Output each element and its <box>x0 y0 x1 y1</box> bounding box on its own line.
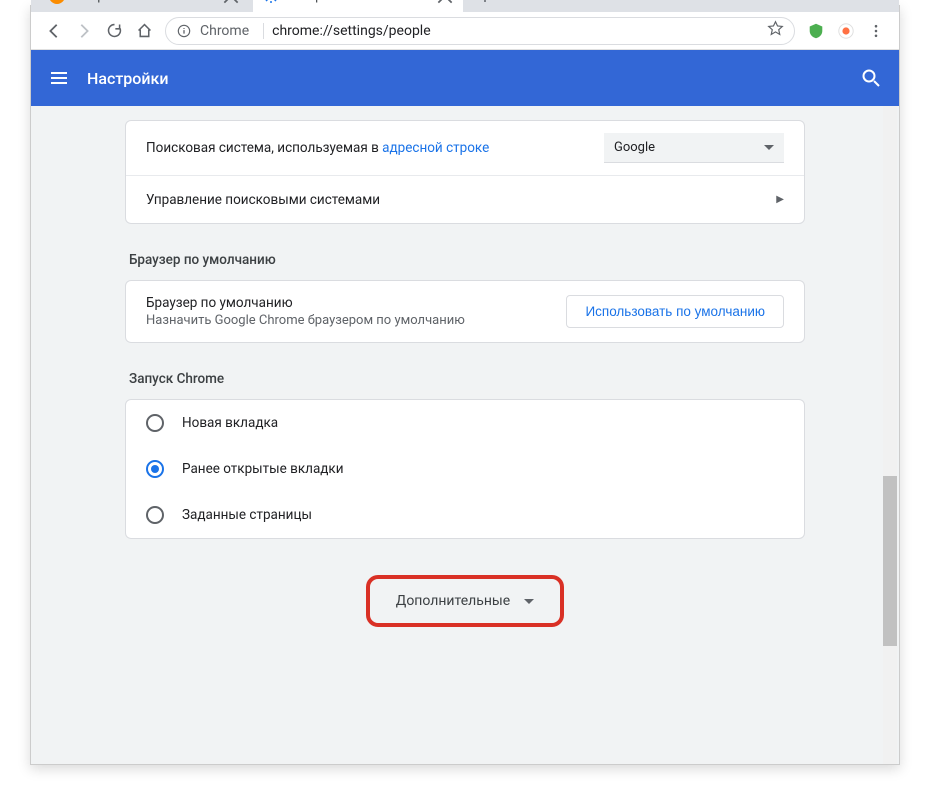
maximize-button[interactable] <box>815 0 855 2</box>
overflow-menu-button[interactable] <box>861 16 891 46</box>
startup-option-new-tab[interactable]: Новая вкладка <box>126 400 804 446</box>
scrollbar-track[interactable] <box>883 106 897 764</box>
address-bar[interactable]: Chrome chrome://settings/people <box>165 17 795 45</box>
chevron-down-icon <box>764 145 774 150</box>
radio-label: Новая вкладка <box>182 415 278 431</box>
favicon-lumpics <box>49 0 65 4</box>
select-value: Google <box>614 140 655 155</box>
advanced-label: Дополнительные <box>396 593 510 609</box>
star-icon[interactable] <box>767 20 784 41</box>
highlight-annotation: Дополнительные <box>366 575 564 627</box>
separator <box>263 23 264 39</box>
section-default-browser: Браузер по умолчанию <box>129 252 801 268</box>
manage-search-label: Управление поисковыми системами <box>146 192 380 208</box>
default-browser-primary: Браузер по умолчанию <box>146 295 465 311</box>
advanced-button[interactable]: Дополнительные <box>374 583 556 619</box>
close-icon[interactable] <box>437 0 453 4</box>
tab-title: Настройки <box>287 0 431 4</box>
search-engine-row[interactable]: Поисковая система, используемая в адресн… <box>126 121 804 175</box>
chevron-right-icon: ▶ <box>776 194 784 205</box>
content-area: Поисковая система, используемая в адресн… <box>31 106 899 764</box>
default-browser-secondary: Назначить Google Chrome браузером по умо… <box>146 313 465 328</box>
gear-icon <box>263 0 279 4</box>
minimize-button[interactable] <box>775 0 815 2</box>
radio-icon <box>146 460 164 478</box>
startup-option-continue[interactable]: Ранее открытые вкладки <box>126 446 804 492</box>
tab-title: Lumpics.ru <box>73 0 217 4</box>
forward-button[interactable] <box>69 16 99 46</box>
home-button[interactable] <box>129 16 159 46</box>
close-icon[interactable] <box>223 0 239 4</box>
startup-option-specific-pages[interactable]: Заданные страницы <box>126 492 804 538</box>
menu-icon[interactable] <box>47 66 71 90</box>
scrollbar-thumb[interactable] <box>883 476 897 646</box>
tab-settings[interactable]: Настройки <box>253 0 463 12</box>
search-engine-label-prefix: Поисковая система, используемая в <box>146 140 382 156</box>
url-scheme-label: Chrome <box>200 23 249 39</box>
section-startup: Запуск Chrome <box>129 371 801 387</box>
radio-label: Заданные страницы <box>182 507 312 523</box>
close-window-button[interactable] <box>855 0 895 2</box>
url-text: chrome://settings/people <box>272 23 431 39</box>
default-browser-card: Браузер по умолчанию Назначить Google Ch… <box>125 280 805 343</box>
tab-lumpics[interactable]: Lumpics.ru <box>39 0 249 12</box>
new-tab-button[interactable] <box>471 0 499 10</box>
info-icon <box>176 23 192 39</box>
page-title: Настройки <box>87 69 168 88</box>
radio-label: Ранее открытые вкладки <box>182 461 344 477</box>
set-default-button[interactable]: Использовать по умолчанию <box>566 295 784 328</box>
radio-icon <box>146 414 164 432</box>
shield-icon[interactable] <box>803 18 829 44</box>
address-bar-link[interactable]: адресной строке <box>382 140 489 156</box>
reload-button[interactable] <box>99 16 129 46</box>
back-button[interactable] <box>39 16 69 46</box>
search-icon[interactable] <box>859 66 883 90</box>
toolbar: Chrome chrome://settings/people <box>31 12 899 50</box>
browser-window: Lumpics.ru Настройки <box>30 5 900 765</box>
tab-strip: Lumpics.ru Настройки <box>31 0 899 12</box>
chevron-down-icon <box>524 599 534 604</box>
manage-search-engines-row[interactable]: Управление поисковыми системами ▶ <box>126 175 804 223</box>
startup-card: Новая вкладка Ранее открытые вкладки Зад… <box>125 399 805 539</box>
extension-icon[interactable] <box>833 18 859 44</box>
search-engine-select[interactable]: Google <box>604 133 784 163</box>
radio-icon <box>146 506 164 524</box>
search-engine-card: Поисковая система, используемая в адресн… <box>125 120 805 224</box>
settings-header: Настройки <box>31 50 899 106</box>
